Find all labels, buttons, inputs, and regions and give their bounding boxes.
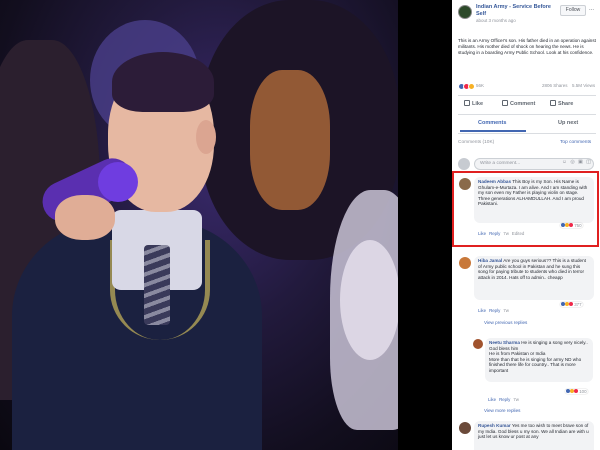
view-previous-replies-link[interactable]: View previous replies: [484, 320, 527, 325]
commenter-name[interactable]: Hiba Jamal: [478, 258, 502, 263]
divider: [458, 114, 596, 115]
background-figure-orange: [250, 70, 330, 210]
video-player[interactable]: [0, 0, 398, 450]
reactions-summary[interactable]: 56K 2806 Shares 5.5M Views: [458, 82, 596, 92]
active-tab-indicator: [460, 130, 526, 132]
microphone-head: [98, 162, 138, 202]
reaction-count[interactable]: 56K: [476, 83, 484, 88]
post-timestamp[interactable]: about 3 months ago: [476, 18, 516, 23]
more-options-icon[interactable]: ...: [589, 6, 594, 12]
follow-button[interactable]: Follow: [560, 5, 586, 16]
comment-bubble: Hiba Jamal Are you guys serious?? This i…: [474, 256, 594, 300]
love-reaction-icon: [574, 389, 578, 393]
write-comment-box: Write a comment... ☺ ◎ ▣ ◫: [458, 156, 596, 172]
boy-hand: [55, 195, 115, 240]
comment-actions: Like Reply 7w: [478, 308, 512, 313]
comment-actions: Like Reply 7w: [488, 397, 522, 402]
avatar: [458, 158, 470, 170]
tab-comments[interactable]: Comments: [478, 120, 506, 126]
commenter-name[interactable]: Neetu Sharma: [489, 340, 520, 345]
boy-hair: [112, 52, 214, 112]
divider: [458, 133, 596, 134]
comment-time[interactable]: 7w: [503, 308, 509, 313]
highlighted-comment-box: [452, 171, 599, 247]
commenter-avatar[interactable]: [459, 257, 471, 269]
love-reaction-icon: [569, 302, 573, 306]
comment-button[interactable]: Comment: [502, 100, 535, 107]
share-label: Share: [558, 101, 574, 107]
comment-reaction-count: 377: [574, 302, 582, 307]
comment-sort-dropdown[interactable]: Top comments: [560, 140, 591, 145]
comment-bubble: Neetu Sharma He is singing a song very n…: [485, 338, 593, 382]
page-logo[interactable]: [458, 5, 472, 19]
share-button[interactable]: Share: [550, 100, 573, 107]
wow-reaction-icon: [468, 83, 475, 90]
page-name-link[interactable]: Indian Army - Service Before Self: [476, 4, 558, 17]
reaction-icons: [458, 83, 475, 90]
comment-time[interactable]: 7w: [513, 397, 519, 402]
thumbs-up-icon: [464, 100, 470, 106]
comment-text: He is singing a song very nicely.. God b…: [489, 340, 588, 373]
comment-reaction-count: 100: [579, 389, 587, 394]
letterbox: [398, 0, 452, 450]
divider: [458, 95, 596, 96]
comment-label: Comment: [510, 101, 536, 107]
tab-up-next[interactable]: Up next: [558, 120, 578, 126]
post-header: Indian Army - Service Before Self about …: [456, 3, 596, 33]
boy-tie: [144, 245, 170, 325]
comment-like-link[interactable]: Like: [478, 308, 486, 313]
like-button[interactable]: Like: [464, 100, 483, 107]
post-caption: This is an Army Officer's son. His fathe…: [458, 38, 596, 55]
boy-ear: [196, 120, 216, 154]
share-arrow-icon: [550, 100, 556, 106]
commenter-avatar[interactable]: [473, 339, 483, 349]
like-label: Like: [472, 101, 484, 107]
comment-like-link[interactable]: Like: [488, 397, 496, 402]
comment-attachment-icons[interactable]: ☺ ◎ ▣ ◫: [562, 159, 592, 165]
commenter-name[interactable]: Rupesh Kumar: [478, 423, 511, 428]
comment-bubble: Rupesh Kumar Yes me too wish to meet bra…: [474, 421, 594, 450]
flower-highlight: [340, 240, 398, 360]
share-count[interactable]: 2806 Shares: [542, 83, 568, 88]
comment-reply-link[interactable]: Reply: [499, 397, 510, 402]
speech-bubble-icon: [502, 100, 508, 106]
comment-tabs: Comments Up next: [458, 116, 596, 132]
comment-reactions[interactable]: 100: [565, 389, 588, 394]
comment-reactions[interactable]: 377: [560, 302, 583, 307]
comment-reply-link[interactable]: Reply: [489, 308, 500, 313]
post-actions: Like Comment Share: [458, 98, 596, 112]
view-more-replies-link[interactable]: View more replies: [484, 408, 520, 413]
view-count: 5.5M Views: [572, 83, 596, 88]
commenter-avatar[interactable]: [459, 422, 471, 434]
